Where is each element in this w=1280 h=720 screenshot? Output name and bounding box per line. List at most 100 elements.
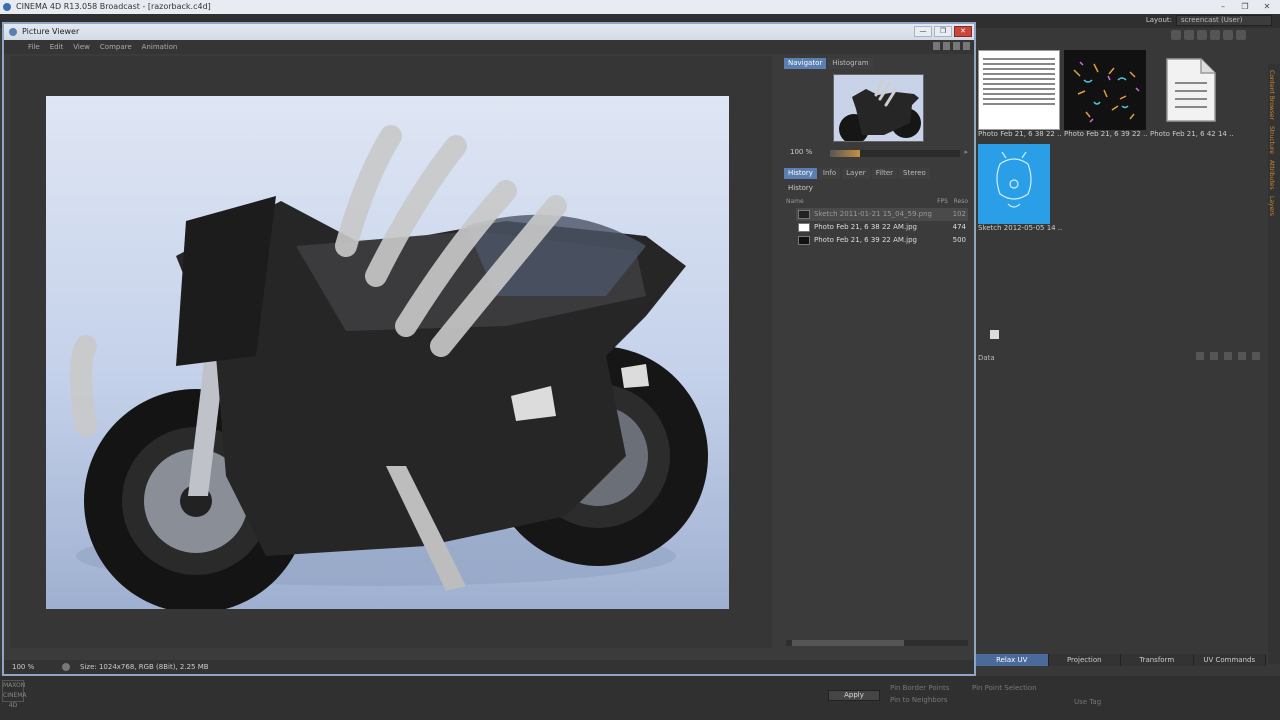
history-thumbnail-icon <box>798 210 810 219</box>
dark-sketch-thumbnail-icon <box>1064 50 1146 130</box>
picture-viewer-menubar: File Edit View Compare Animation <box>4 40 974 54</box>
app-window-controls: – ❐ ✕ <box>1214 0 1276 12</box>
column-name[interactable]: Name <box>786 198 804 205</box>
tab-navigator[interactable]: Navigator <box>784 58 827 69</box>
history-thumbnail-icon <box>798 223 810 232</box>
pin-neighbors-option[interactable]: Pin to Neighbors <box>890 696 948 704</box>
tab-history[interactable]: History <box>784 168 817 179</box>
thumbnail-caption: Photo Feb 21, 6 38 22 ... <box>978 130 1062 138</box>
tab-filter[interactable]: Filter <box>871 168 898 179</box>
menu-view[interactable]: View <box>73 40 90 54</box>
pin-selection-option[interactable]: Pin Point Selection <box>972 684 1037 692</box>
status-size: Size: 1024x768, RGB (8Bit), 2.25 MB <box>80 663 209 671</box>
toolbar-icon[interactable] <box>1184 30 1194 40</box>
toolbar-icon[interactable] <box>1223 30 1233 40</box>
use-tag-option[interactable]: Use Tag <box>1074 698 1101 706</box>
blue-sketch-thumbnail-icon <box>978 144 1050 224</box>
attribute-nav-icons <box>1196 352 1260 360</box>
history-row[interactable]: Photo Feb 21, 6 39 22 AM.jpg 500 <box>796 234 968 247</box>
pin-border-option[interactable]: Pin Border Points <box>890 684 949 692</box>
menu-edit[interactable]: Edit <box>50 40 64 54</box>
zoom-arrow-icon[interactable]: ▸ <box>964 148 968 156</box>
image-canvas[interactable] <box>10 56 772 648</box>
close-button[interactable]: ✕ <box>954 26 972 37</box>
content-browser-panel: Photo Feb 21, 6 38 22 ... Photo Feb 21, … <box>976 28 1280 720</box>
lock-icon[interactable] <box>1238 352 1246 360</box>
tab-stereo[interactable]: Stereo <box>899 168 930 179</box>
zoom-value: 100 % <box>790 148 813 156</box>
zoom-slider-fill <box>830 150 860 157</box>
apply-button[interactable]: Apply <box>828 690 880 701</box>
tab-projection[interactable]: Projection <box>1048 654 1121 666</box>
minimize-button[interactable]: — <box>914 26 932 37</box>
menu-file[interactable]: File <box>28 40 40 54</box>
app-title: CINEMA 4D R13.058 Broadcast - [razorback… <box>16 2 211 11</box>
new-panel-icon[interactable] <box>1252 352 1260 360</box>
uv-tabs: Relax UV Projection Transform UV Command… <box>976 654 1266 666</box>
history-row-name: Sketch 2011-01-21 15_04_59.png <box>814 210 932 218</box>
attribute-strip <box>976 328 1266 340</box>
navigator-preview[interactable] <box>833 74 924 142</box>
toolbar-icon[interactable] <box>1210 30 1220 40</box>
side-tab-attributes[interactable]: Attributes <box>1268 160 1275 190</box>
history-row-res: 500 <box>952 236 966 244</box>
zoom-slider[interactable] <box>830 150 960 157</box>
app-minimize-button[interactable]: – <box>1214 0 1232 12</box>
picture-viewer-title: Picture Viewer <box>22 27 80 36</box>
history-scrollbar[interactable] <box>786 640 968 646</box>
expand-icon[interactable] <box>963 42 970 50</box>
status-zoom: 100 % <box>12 663 35 671</box>
menu-compare[interactable]: Compare <box>100 40 132 54</box>
layout-icon[interactable] <box>943 42 950 50</box>
motorcycle-render <box>70 125 708 609</box>
history-row[interactable]: Sketch 2011-01-21 15_04_59.png 102 <box>796 208 968 221</box>
cinema4d-logo-icon <box>3 3 11 11</box>
attribute-mode-icon[interactable] <box>990 330 999 339</box>
history-thumbnail-icon <box>798 236 810 245</box>
zoom-row: 100 % ▸ <box>786 148 968 158</box>
history-row-res: 102 <box>952 210 966 218</box>
tab-info[interactable]: Info <box>818 168 841 179</box>
picture-viewer-sidebar: Navigator Histogram 100 % ▸ History Info… <box>784 56 970 652</box>
menu-animation[interactable]: Animation <box>142 40 178 54</box>
thumbnail-item[interactable]: Sketch 2012-05-05 14 ... <box>978 144 1062 232</box>
column-res[interactable]: Reso <box>954 198 968 205</box>
history-row-name: Photo Feb 21, 6 39 22 AM.jpg <box>814 236 917 244</box>
maximize-button[interactable]: ❐ <box>934 26 952 37</box>
up-arrow-icon[interactable] <box>1210 352 1218 360</box>
pin-icon[interactable] <box>933 42 940 50</box>
history-header: Name FPS Reso <box>786 198 968 205</box>
toolbar-icon[interactable] <box>1197 30 1207 40</box>
tab-relax-uv[interactable]: Relax UV <box>976 654 1049 666</box>
layout-label: Layout: <box>1145 16 1172 24</box>
search-icon[interactable] <box>1224 352 1232 360</box>
maxon-logo: MAXON CINEMA 4D <box>2 680 27 709</box>
toolbar-icon[interactable] <box>1171 30 1181 40</box>
thumbnail-item[interactable]: Photo Feb 21, 6 42 14 ... <box>1150 50 1234 138</box>
picture-viewer-titlebar[interactable]: Picture Viewer — ❐ ✕ <box>4 24 974 40</box>
thumbnail-item[interactable]: Photo Feb 21, 6 38 22 ... <box>978 50 1062 138</box>
navigator-tabs: Navigator Histogram <box>784 58 873 69</box>
column-fps[interactable]: FPS <box>937 198 948 205</box>
data-label: Data <box>978 354 995 362</box>
tab-uv-commands[interactable]: UV Commands <box>1193 654 1266 666</box>
toolbar-icon[interactable] <box>1236 30 1246 40</box>
bottom-options-strip: MAXON CINEMA 4D Apply Pin Border Points … <box>0 676 1280 720</box>
tab-transform[interactable]: Transform <box>1121 654 1194 666</box>
history-row[interactable]: Photo Feb 21, 6 38 22 AM.jpg 474 <box>796 221 968 234</box>
thumbnail-item[interactable]: Photo Feb 21, 6 39 22 ... <box>1064 50 1148 138</box>
picture-viewer-window: Picture Viewer — ❐ ✕ File Edit View Comp… <box>2 22 976 676</box>
side-tab-structure[interactable]: Structure <box>1268 126 1275 154</box>
side-tab-content-browser[interactable]: Content Browser <box>1268 70 1275 120</box>
status-play-icon[interactable] <box>62 663 70 671</box>
app-maximize-button[interactable]: ❐ <box>1236 0 1254 12</box>
menu-arrow-icon[interactable] <box>953 42 960 50</box>
back-arrow-icon[interactable] <box>1196 352 1204 360</box>
tab-histogram[interactable]: Histogram <box>828 58 873 69</box>
side-tab-layers[interactable]: Layers <box>1268 196 1275 216</box>
app-close-button[interactable]: ✕ <box>1258 0 1276 12</box>
thumbnail-caption: Photo Feb 21, 6 42 14 ... <box>1150 130 1234 138</box>
tab-layer[interactable]: Layer <box>842 168 870 179</box>
layout-select[interactable]: screencast (User) <box>1176 15 1272 26</box>
thumbnail-caption: Photo Feb 21, 6 39 22 ... <box>1064 130 1148 138</box>
